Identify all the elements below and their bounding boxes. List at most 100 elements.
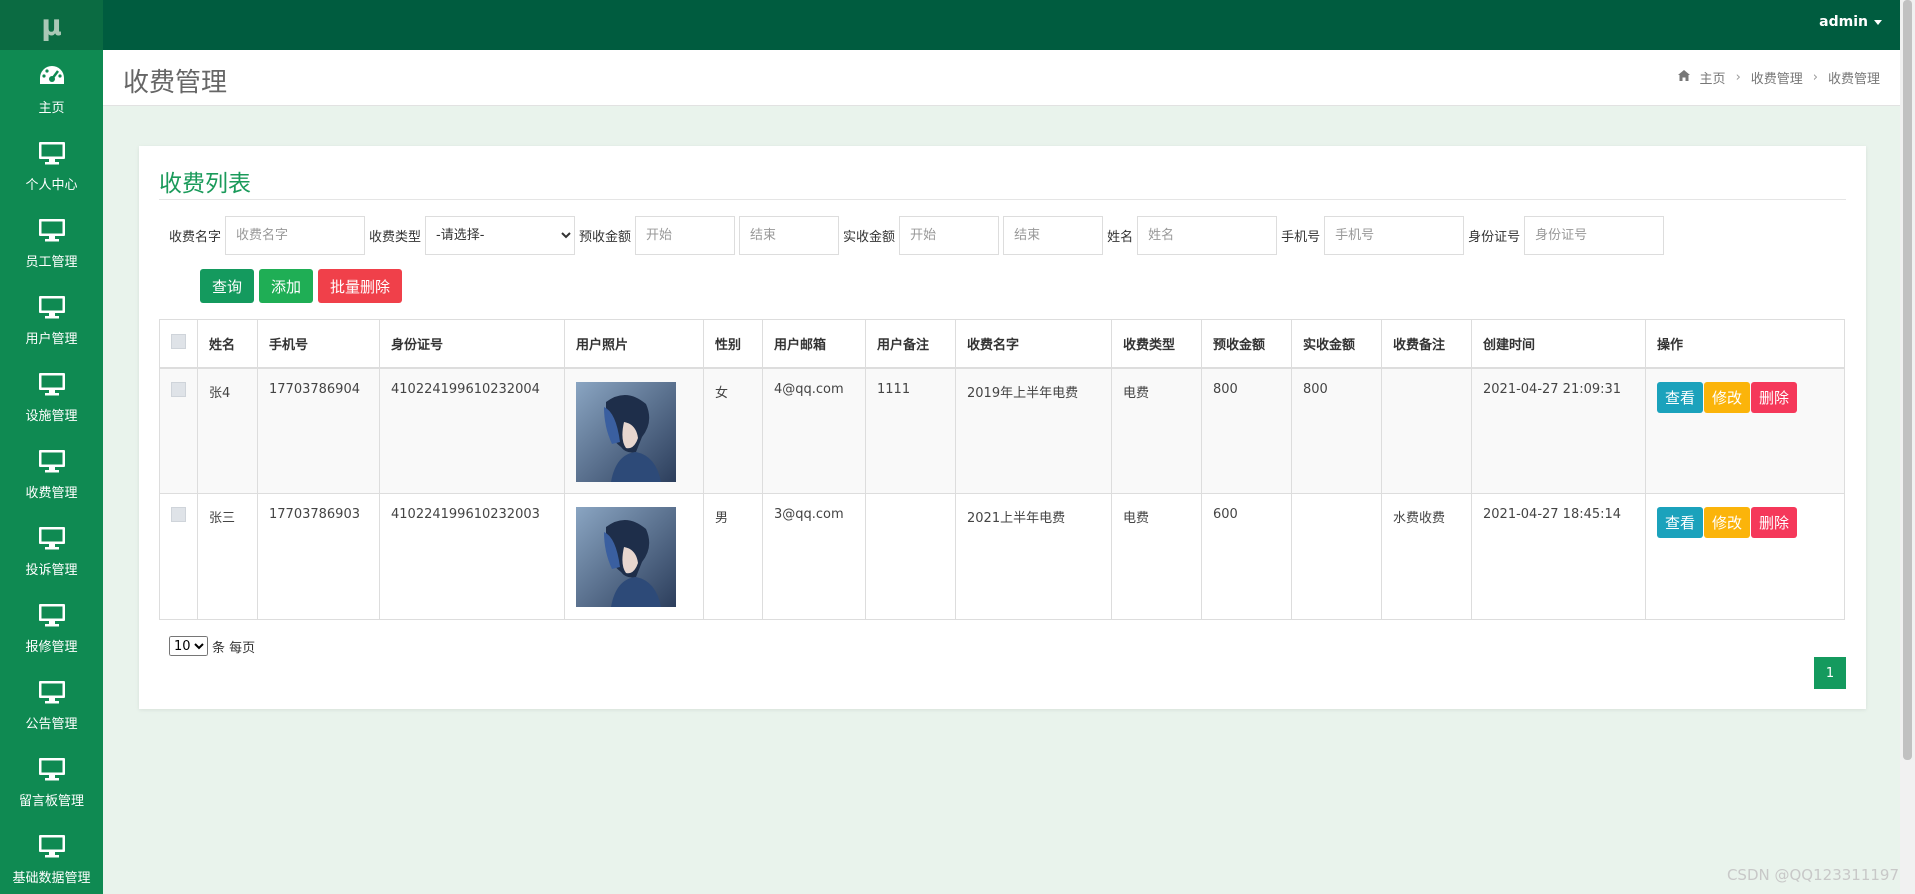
- cell-photo: [564, 493, 704, 620]
- page-header: 收费管理 主页 › 收费管理 › 收费管理: [103, 50, 1900, 106]
- table-row: 张三 17703786903 410224199610232003 男 3@qq…: [159, 493, 1845, 620]
- filter-label-phone: 手机号: [1281, 230, 1321, 245]
- user-name-input[interactable]: [1137, 216, 1278, 255]
- col-header: 收费备注: [1381, 319, 1472, 369]
- sidebar-item-label: 投诉管理: [25, 563, 78, 578]
- cell-name: 张4: [197, 367, 258, 494]
- col-header: 创建时间: [1471, 319, 1646, 369]
- scrollbar-thumb[interactable]: [1903, 0, 1912, 760]
- breadcrumb-current: 收费管理: [1827, 72, 1880, 87]
- page-size-select[interactable]: 10: [169, 636, 208, 656]
- monitor-icon: [37, 677, 67, 707]
- topbar: admin: [103, 0, 1900, 50]
- vertical-scrollbar[interactable]: [1900, 0, 1915, 894]
- sidebar-item-profile[interactable]: 个人中心: [0, 127, 103, 204]
- page-title: 收费管理: [123, 68, 228, 98]
- col-header: 预收金额: [1201, 319, 1292, 369]
- list-title: 收费列表: [159, 171, 251, 197]
- sidebar-item-home[interactable]: 主页: [0, 50, 103, 127]
- sidebar-item-fees[interactable]: 收费管理: [0, 435, 103, 512]
- cell-gender: 男: [703, 493, 763, 620]
- monitor-icon: [37, 523, 67, 553]
- cell-user-note: 1111: [865, 367, 956, 494]
- caret-down-icon: [1874, 19, 1882, 25]
- delete-button[interactable]: 删除: [1751, 381, 1798, 413]
- view-button[interactable]: 查看: [1657, 507, 1704, 538]
- sidebar-item-complaints[interactable]: 投诉管理: [0, 512, 103, 589]
- row-checkbox[interactable]: [171, 381, 186, 397]
- cell-created: 2021-04-27 21:09:31: [1471, 367, 1646, 494]
- breadcrumb: 主页 › 收费管理 › 收费管理: [1677, 68, 1880, 87]
- cell-fee-note: [1381, 367, 1472, 494]
- sidebar-item-basedata[interactable]: 基础数据管理: [0, 820, 103, 894]
- cell-photo: [564, 367, 704, 494]
- sidebar-item-notices[interactable]: 公告管理: [0, 666, 103, 743]
- col-header: 用户照片: [564, 319, 704, 369]
- sidebar-item-label: 留言板管理: [18, 794, 84, 809]
- monitor-icon: [37, 600, 67, 630]
- cell-created: 2021-04-27 18:45:14: [1471, 493, 1646, 620]
- table-row: 张4 17703786904 410224199610232004 女 4@qq…: [159, 367, 1845, 494]
- chevron-right-icon: ›: [1812, 70, 1818, 85]
- act-amount-end-input[interactable]: [1003, 216, 1104, 255]
- sidebar-item-users[interactable]: 用户管理: [0, 281, 103, 358]
- fee-table: 姓名 手机号 身份证号 用户照片 性别 用户邮箱 用户备注 收费名字 收费类型 …: [159, 319, 1845, 620]
- sidebar-item-staff[interactable]: 员工管理: [0, 204, 103, 281]
- cell-email: 3@qq.com: [762, 493, 866, 620]
- divider: [159, 199, 1846, 200]
- fee-name-input[interactable]: [225, 216, 366, 255]
- row-actions: 查看 修改 删除: [1657, 381, 1833, 413]
- cell-act-amount: 800: [1291, 367, 1382, 494]
- cell-user-note: [865, 493, 956, 620]
- action-buttons: 查询 添加 批量删除: [200, 269, 403, 303]
- select-all-cell: [159, 319, 198, 369]
- edit-button[interactable]: 修改: [1704, 381, 1751, 413]
- chevron-right-icon: ›: [1735, 70, 1741, 85]
- filter-label-pre-amount: 预收金额: [579, 230, 632, 245]
- sidebar-item-label: 设施管理: [25, 409, 78, 424]
- cell-pre-amount: 800: [1201, 367, 1292, 494]
- col-header: 收费名字: [955, 319, 1112, 369]
- select-cell: [159, 367, 198, 494]
- breadcrumb-fees[interactable]: 收费管理: [1751, 68, 1803, 87]
- sidebar-item-messages[interactable]: 留言板管理: [0, 743, 103, 820]
- logo: μ: [0, 0, 103, 50]
- delete-button[interactable]: 删除: [1751, 507, 1798, 538]
- monitor-icon: [37, 831, 67, 861]
- pre-amount-end-input[interactable]: [739, 216, 840, 255]
- batch-delete-button[interactable]: 批量删除: [318, 269, 403, 303]
- monitor-icon: [37, 446, 67, 476]
- col-header: 用户备注: [865, 319, 956, 369]
- sidebar-item-facilities[interactable]: 设施管理: [0, 358, 103, 435]
- monitor-icon: [37, 292, 67, 322]
- dashboard-icon: [37, 61, 67, 91]
- cell-actions: 查看 修改 删除: [1645, 493, 1845, 620]
- edit-button[interactable]: 修改: [1704, 507, 1751, 538]
- sidebar-item-repairs[interactable]: 报修管理: [0, 589, 103, 666]
- page-size-control: 10 条 每页: [169, 636, 255, 656]
- act-amount-start-input[interactable]: [899, 216, 1000, 255]
- fee-type-select[interactable]: -请选择-: [425, 216, 576, 255]
- cell-fee-note: 水费收费: [1381, 493, 1472, 620]
- cell-act-amount: [1291, 493, 1382, 620]
- pre-amount-start-input[interactable]: [635, 216, 736, 255]
- sidebar: μ 主页 个人中心 员工管理 用户管理 设施管理 收费管理 投诉管理 报修管理 …: [0, 0, 103, 894]
- cell-fee-name: 2021上半年电费: [955, 493, 1112, 620]
- user-menu[interactable]: admin: [1819, 14, 1882, 30]
- idcard-input[interactable]: [1524, 216, 1665, 255]
- monitor-icon: [37, 754, 67, 784]
- add-button[interactable]: 添加: [259, 269, 314, 303]
- select-all-checkbox[interactable]: [171, 333, 186, 349]
- query-button[interactable]: 查询: [200, 269, 255, 303]
- view-button[interactable]: 查看: [1657, 381, 1704, 413]
- col-header: 实收金额: [1291, 319, 1382, 369]
- row-checkbox[interactable]: [171, 507, 186, 522]
- breadcrumb-home[interactable]: 主页: [1700, 68, 1726, 87]
- page-1-button[interactable]: 1: [1814, 657, 1846, 689]
- select-cell: [159, 493, 198, 620]
- table-header-row: 姓名 手机号 身份证号 用户照片 性别 用户邮箱 用户备注 收费名字 收费类型 …: [159, 319, 1845, 369]
- sidebar-item-label: 员工管理: [25, 255, 78, 270]
- phone-input[interactable]: [1324, 216, 1465, 255]
- sidebar-item-label: 基础数据管理: [12, 871, 91, 886]
- row-actions: 查看 修改 删除: [1657, 507, 1833, 538]
